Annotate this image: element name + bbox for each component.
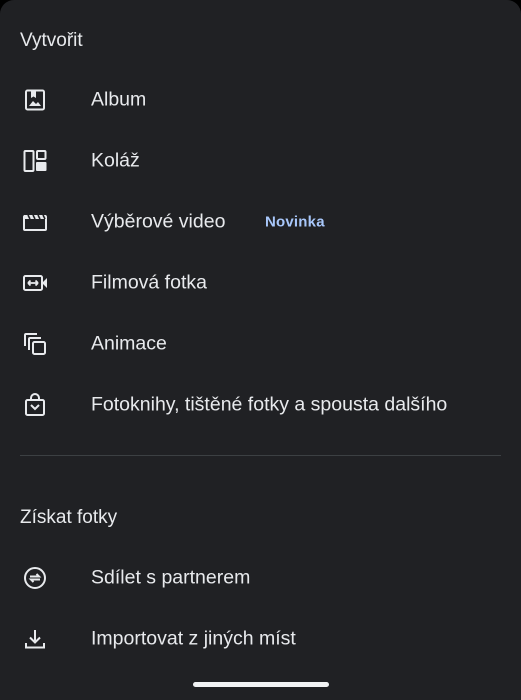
print-store-icon [22,392,48,418]
menu-item-label: Fotoknihy, tištěné fotky a spousta další… [91,393,448,416]
menu-item-highlight-video[interactable]: Výběrové video Novinka [0,192,521,252]
menu-item-label: Sdílet s partnerem [91,566,251,589]
album-icon [22,87,48,113]
menu-item-collage[interactable]: Koláž [0,131,521,191]
menu-item-label: Koláž [91,149,140,172]
menu-item-label: Výběrové video [91,210,226,233]
menu-item-label: Filmová fotka [91,271,207,294]
menu-item-print-store[interactable]: Fotoknihy, tištěné fotky a spousta další… [0,375,521,435]
menu-item-animation[interactable]: Animace [0,314,521,374]
highlight-video-icon [22,209,48,235]
menu-item-label: Album [91,88,147,111]
home-indicator[interactable] [193,682,329,687]
create-bottom-sheet: Vytvořit Album Koláž Výběrové video Novi… [0,0,521,700]
menu-item-label: Importovat z jiných míst [91,627,296,650]
menu-item-cinematic-photo[interactable]: Filmová fotka [0,253,521,313]
menu-item-album[interactable]: Album [0,70,521,130]
get-photos-section-title: Získat fotky [20,507,118,528]
create-section-title: Vytvořit [20,30,83,51]
cinematic-photo-icon [22,270,48,296]
animation-icon [22,331,48,357]
import-icon [22,626,48,652]
section-divider [20,455,501,456]
menu-item-partner-sharing[interactable]: Sdílet s partnerem [0,548,521,608]
collage-icon [22,148,48,174]
menu-item-import[interactable]: Importovat z jiných míst [0,609,521,669]
partner-sharing-icon [22,565,48,591]
menu-item-label: Animace [91,332,167,355]
new-badge: Novinka [265,213,325,231]
